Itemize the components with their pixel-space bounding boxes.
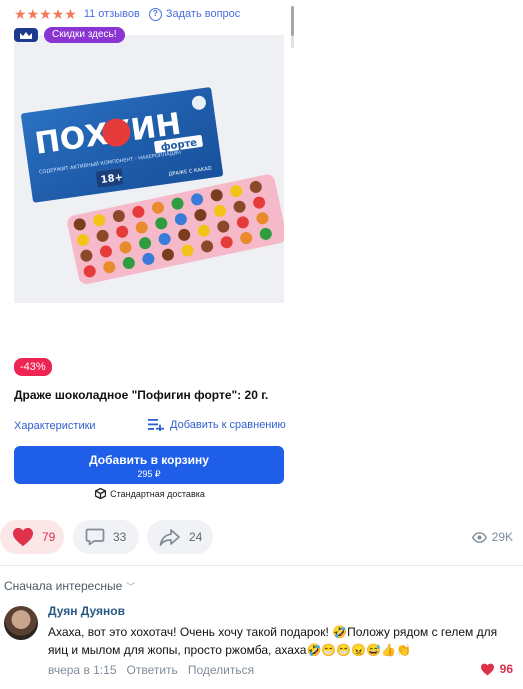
comment-like-count: 96 [499,662,513,676]
avatar[interactable] [4,606,38,640]
add-to-cart-button[interactable]: Добавить в корзину 295 ₽ [14,446,284,484]
star-icon: ★ [14,5,27,22]
delivery-info: Стандартная доставка [0,488,300,499]
cart-price: 295 ₽ [137,469,161,479]
share-count: 24 [189,530,203,544]
ask-question-label: Задать вопрос [165,8,241,20]
heart-icon [480,663,494,675]
like-count: 79 [42,530,56,544]
views-count: 29K [491,530,513,544]
star-icon: ★ [26,5,40,22]
product-card: ★ ★ ★ ★ ★ 11 отзывов ? Задать вопрос ПОХ… [0,0,300,510]
delivery-label: Стандартная доставка [110,488,205,499]
like-button[interactable]: 79 [0,520,64,554]
divider [0,565,523,566]
rating-row: ★ ★ ★ ★ ★ 11 отзывов ? Задать вопрос [14,6,240,22]
views-counter: 29K [471,530,513,544]
add-to-compare-label: Добавить к сравнению [170,418,286,431]
star-icon: ★ [64,5,77,22]
add-to-cart-label: Добавить в корзину [89,453,209,467]
share-arrow-icon [159,529,180,546]
chevron-down-icon: ﹀ [126,581,136,592]
share-comment-button[interactable]: Поделиться [188,663,254,677]
comments-sort-dropdown[interactable]: Сначала интересные ﹀ [4,579,135,593]
characteristics-link[interactable]: Характеристики [14,420,96,432]
sale-badge[interactable]: Скидки здесь! [44,27,125,43]
rating-stars: ★ ★ ★ ★ ★ [14,5,77,23]
product-image[interactable]: ПОХУИН форте СОДЕРЖИТ АКТИВНЫЙ КОМПОНЕНТ… [14,35,284,303]
star-icon: ★ [51,5,65,22]
reply-button[interactable]: Ответить [127,663,178,677]
discount-badge: -43% [14,358,52,376]
comment-text: Ахаха, вот это хохотач! Очень хочу такой… [48,625,498,657]
comment-like-button[interactable]: 96 [480,662,513,676]
comment-body: Дуян Дуянов Ахаха, вот это хохотач! Очен… [48,604,518,677]
share-button[interactable]: 24 [147,520,213,554]
comment-author[interactable]: Дуян Дуянов [48,604,518,618]
product-photo-illustration: ПОХУИН форте СОДЕРЖИТ АКТИВНЫЙ КОМПОНЕНТ… [14,35,284,303]
heart-icon [13,527,33,547]
add-to-compare-link[interactable]: Добавить к сравнению [148,418,286,431]
sort-label: Сначала интересные [4,579,123,593]
product-title[interactable]: Драже шоколадное "Пофигин форте": 20 г. [14,388,268,402]
compare-list-icon [148,419,164,431]
comment-icon [85,528,105,546]
crown-icon [14,28,38,42]
eye-icon [471,531,487,543]
question-bubble-icon: ? [148,7,162,21]
comment-count: 33 [113,530,127,544]
star-icon: ★ [39,5,52,22]
comment-time[interactable]: вчера в 1:15 [48,663,117,677]
reviews-link[interactable]: 11 отзывов [84,8,140,20]
scrollbar[interactable] [291,6,294,48]
comment-button[interactable]: 33 [73,520,139,554]
scrollbar-thumb[interactable] [291,6,294,36]
post-actions: 79 33 24 29K [0,520,523,554]
ask-question-link[interactable]: ? Задать вопрос [148,7,241,21]
comment-meta: вчера в 1:15 Ответить Поделиться [48,663,518,677]
box-icon [95,488,107,499]
